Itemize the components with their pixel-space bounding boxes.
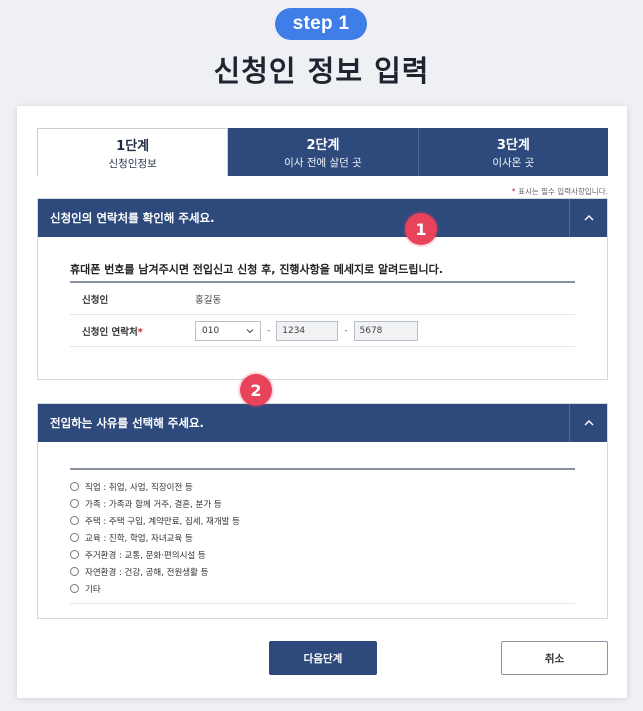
required-note: * 표시는 필수 입력사항입니다. xyxy=(512,186,608,197)
step-label: 이사온 곳 xyxy=(492,157,535,169)
phone-prefix-select[interactable]: 010 xyxy=(195,320,261,341)
phone-dash: - xyxy=(267,325,271,336)
applicant-name: 홍길동 xyxy=(195,294,222,306)
contact-collapse-button[interactable] xyxy=(569,199,607,237)
page-title: 신청인 정보 입력 xyxy=(213,54,430,88)
reason-option-other[interactable]: 기타 xyxy=(70,580,575,597)
reason-option-label: 가족 : 가족과 함께 거주, 결혼, 분가 등 xyxy=(85,499,222,510)
phone-label-text: 신청인 연락처 xyxy=(82,326,138,338)
radio-button[interactable] xyxy=(70,516,79,525)
reason-section-title: 전입하는 사유를 선택해 주세요. xyxy=(50,416,204,430)
chevron-up-icon xyxy=(584,420,593,426)
cancel-button[interactable]: 취소 xyxy=(501,641,608,675)
phone-last-input[interactable]: 5678 xyxy=(353,320,418,341)
contact-section-title: 신청인의 연락처를 확인해 주세요. xyxy=(50,211,215,225)
reason-option-label: 주거환경 : 교통, 문화·편의시설 등 xyxy=(85,550,206,561)
form-card: 1단계 신청인정보 2단계 이사 전에 살던 곳 3단계 이사온 곳 * 표시는… xyxy=(17,106,627,698)
radio-button[interactable] xyxy=(70,584,79,593)
reason-option-job[interactable]: 직업 : 취업, 사업, 직장이전 등 xyxy=(70,478,575,495)
reason-options: 직업 : 취업, 사업, 직장이전 등 가족 : 가족과 함께 거주, 결혼, … xyxy=(70,468,575,604)
radio-button[interactable] xyxy=(70,550,79,559)
step-number: 2단계 xyxy=(306,138,340,153)
contact-section-header: 신청인의 연락처를 확인해 주세요. xyxy=(38,199,607,237)
reason-section-header: 전입하는 사유를 선택해 주세요. xyxy=(38,404,607,442)
step-label: 신청인정보 xyxy=(108,157,157,170)
reason-option-housing[interactable]: 주택 : 주택 구입, 계약만료, 집세, 재개발 등 xyxy=(70,512,575,529)
step-pill: step 1 xyxy=(275,8,367,40)
phone-label: 신청인 연락처* xyxy=(70,324,195,338)
reason-option-label: 자연환경 : 건강, 공해, 전원생활 등 xyxy=(85,567,209,578)
applicant-row: 신청인 홍길동 xyxy=(70,283,575,315)
reason-option-label: 기타 xyxy=(85,584,101,595)
reason-option-label: 주택 : 주택 구입, 계약만료, 집세, 재개발 등 xyxy=(85,516,241,527)
contact-section: 신청인의 연락처를 확인해 주세요. 휴대폰 번호를 남겨주시면 전입신고 신청… xyxy=(37,198,608,380)
divider xyxy=(70,603,575,604)
reason-option-natural-environment[interactable]: 자연환경 : 건강, 공해, 전원생활 등 xyxy=(70,563,575,580)
step-tabs: 1단계 신청인정보 2단계 이사 전에 살던 곳 3단계 이사온 곳 xyxy=(37,128,608,176)
reason-option-living-environment[interactable]: 주거환경 : 교통, 문화·편의시설 등 xyxy=(70,546,575,563)
applicant-label: 신청인 xyxy=(82,294,109,306)
phone-dash: - xyxy=(344,325,348,336)
annotation-badge-1: 1 xyxy=(405,213,437,245)
phone-row: 신청인 연락처* 010 - 1234 - 5678 xyxy=(70,315,575,347)
phone-prefix-value: 010 xyxy=(202,325,220,336)
step-tab-2[interactable]: 2단계 이사 전에 살던 곳 xyxy=(228,128,419,176)
step-tab-1[interactable]: 1단계 신청인정보 xyxy=(37,128,229,176)
phone-middle-input[interactable]: 1234 xyxy=(276,320,339,341)
reason-option-education[interactable]: 교육 : 진학, 학업, 자녀교육 등 xyxy=(70,529,575,546)
reason-section: 전입하는 사유를 선택해 주세요. 직업 : 취업, 사업, 직장이전 등 가족… xyxy=(37,403,608,619)
radio-button[interactable] xyxy=(70,482,79,491)
step-tab-3[interactable]: 3단계 이사온 곳 xyxy=(418,128,608,176)
step-number: 3단계 xyxy=(496,138,530,153)
radio-button[interactable] xyxy=(70,533,79,542)
contact-table: 신청인 홍길동 신청인 연락처* 010 - 1234 - 5678 xyxy=(70,281,575,347)
contact-notice: 휴대폰 번호를 남겨주시면 전입신고 신청 후, 진행사항을 메세지로 알려드립… xyxy=(70,263,443,276)
reason-option-family[interactable]: 가족 : 가족과 함께 거주, 결혼, 분가 등 xyxy=(70,495,575,512)
required-star: * xyxy=(137,326,143,338)
radio-button[interactable] xyxy=(70,499,79,508)
next-step-button[interactable]: 다음단계 xyxy=(269,641,377,675)
reason-collapse-button[interactable] xyxy=(569,404,607,442)
required-note-text: 표시는 필수 입력사항입니다. xyxy=(515,187,608,196)
phone-inputs: 010 - 1234 - 5678 xyxy=(195,320,418,341)
step-label: 이사 전에 살던 곳 xyxy=(284,157,362,169)
reason-option-label: 교육 : 진학, 학업, 자녀교육 등 xyxy=(85,533,193,544)
chevron-up-icon xyxy=(584,215,593,221)
annotation-badge-2: 2 xyxy=(240,374,272,406)
radio-button[interactable] xyxy=(70,567,79,576)
chevron-down-icon xyxy=(246,328,254,333)
reason-option-label: 직업 : 취업, 사업, 직장이전 등 xyxy=(85,482,193,493)
step-number: 1단계 xyxy=(116,138,150,154)
